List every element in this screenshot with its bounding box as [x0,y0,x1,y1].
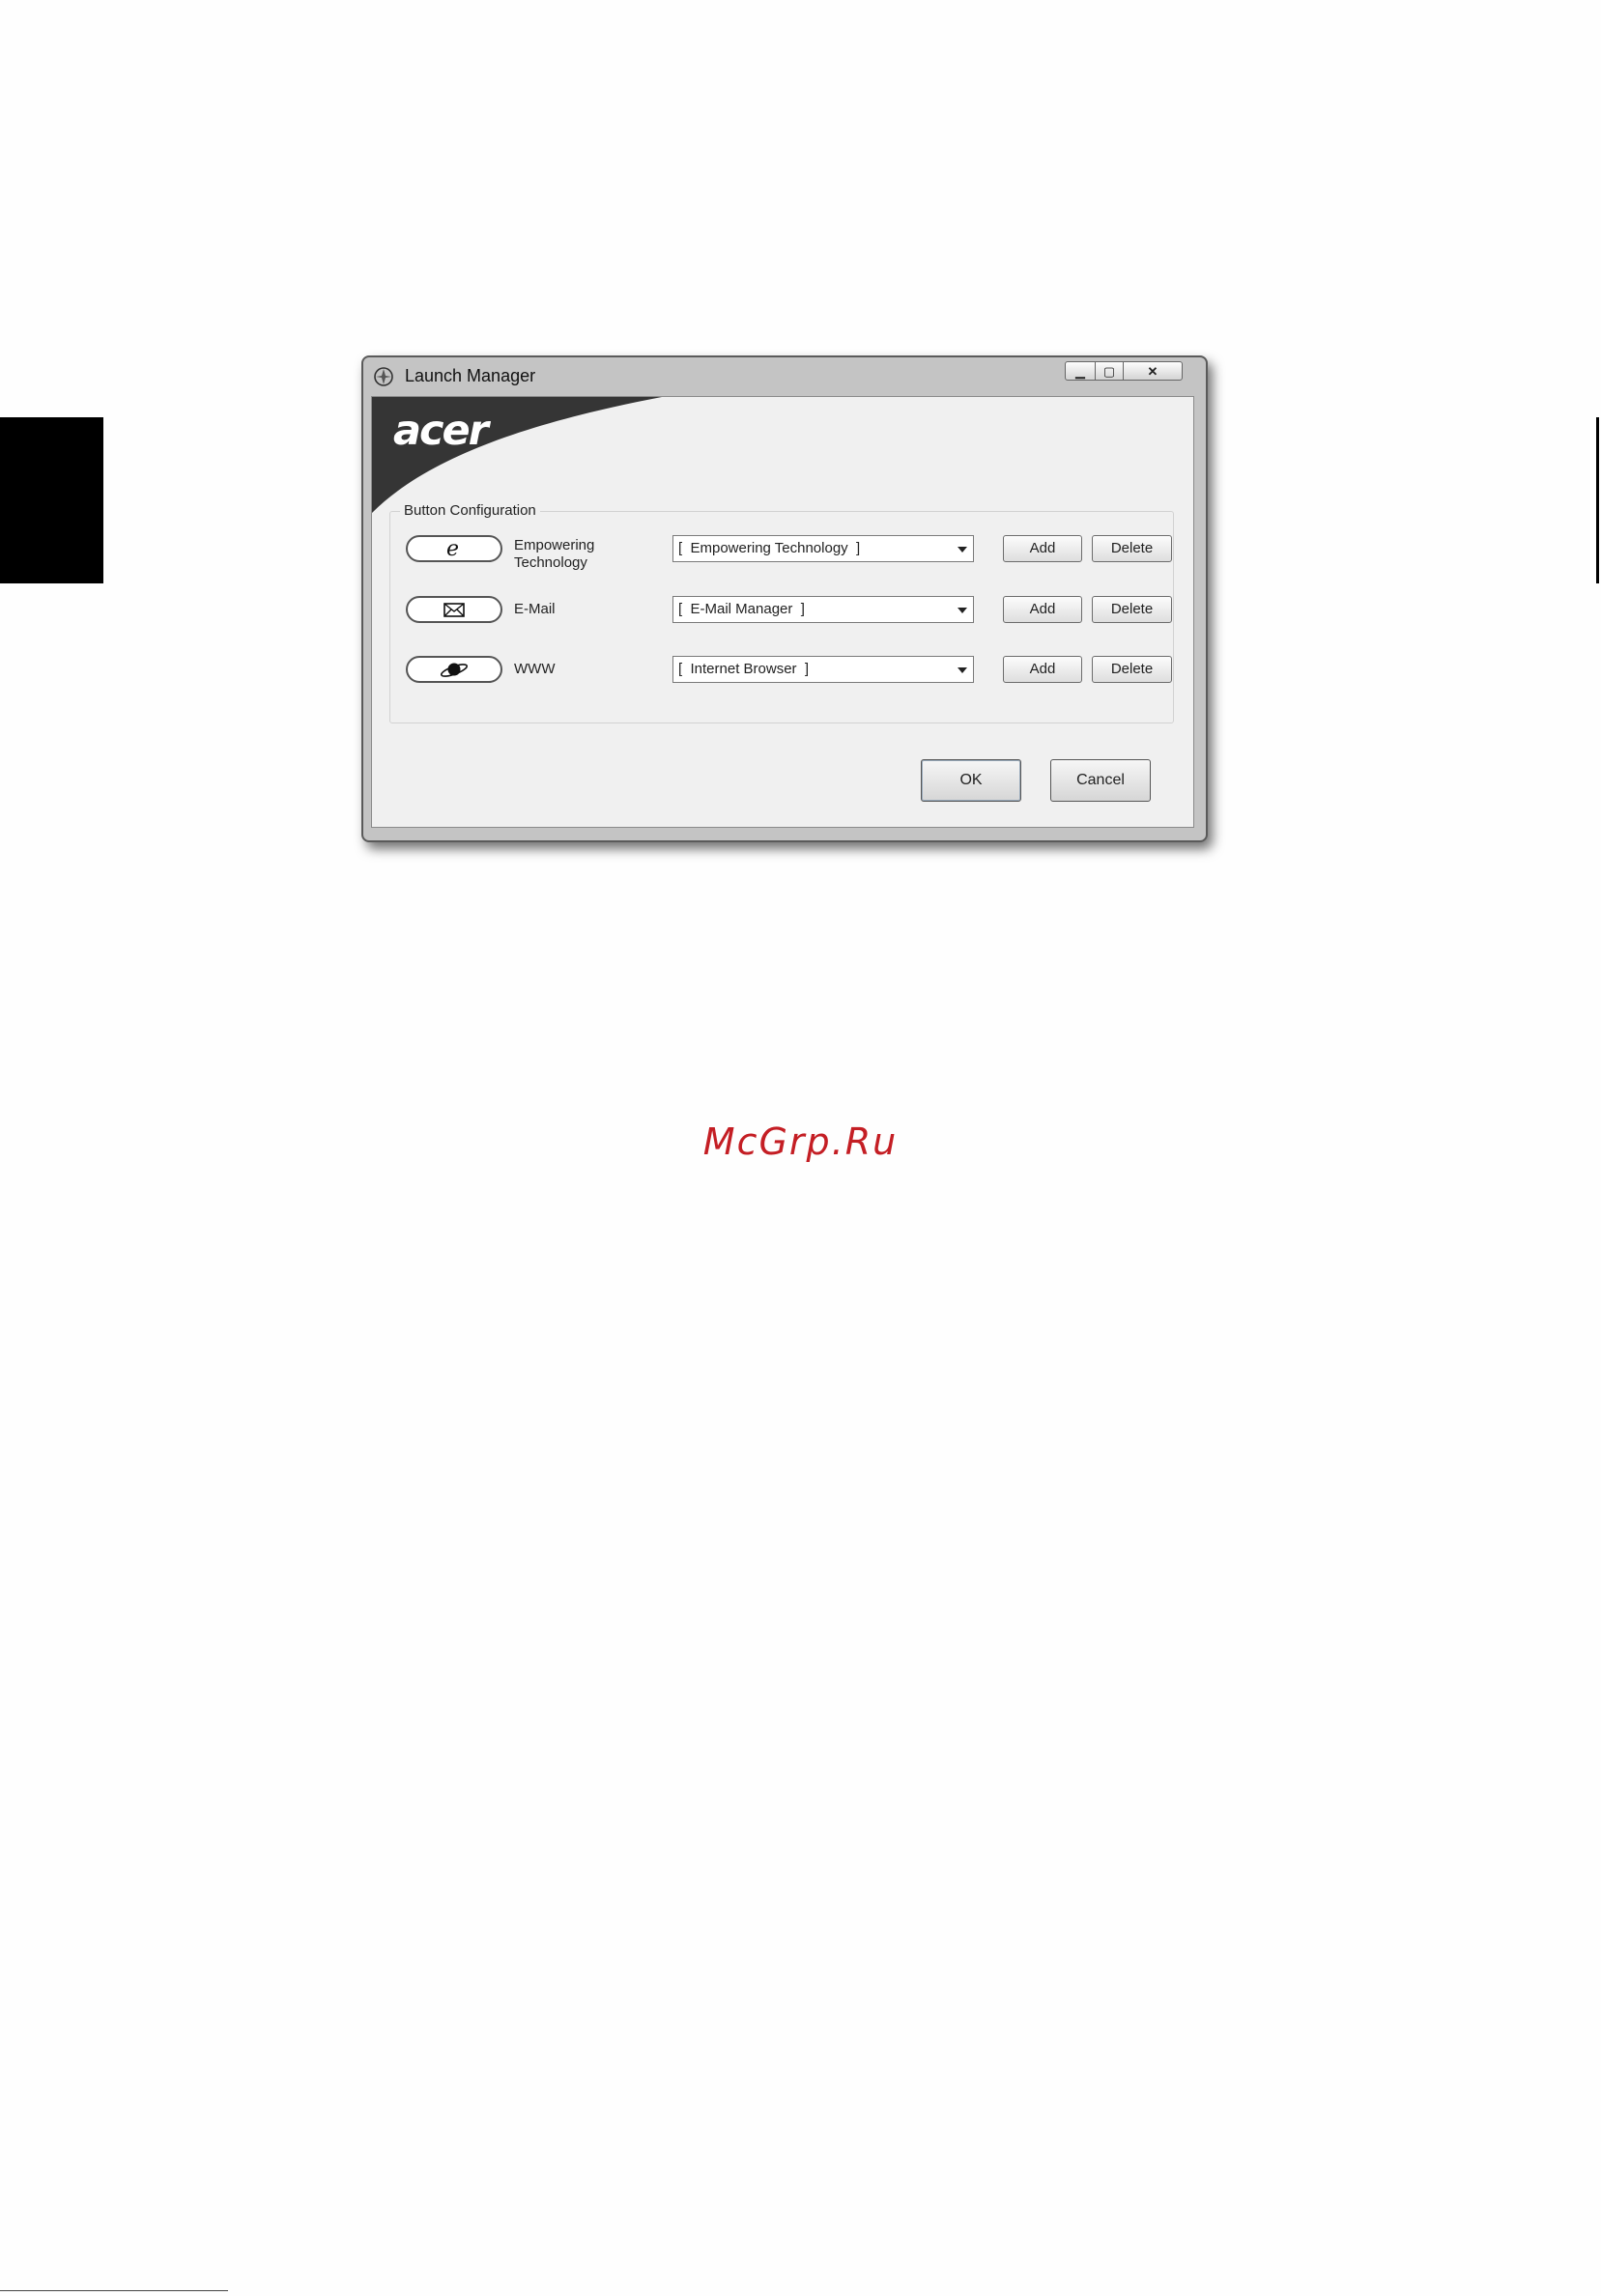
planet-icon [440,663,469,677]
www-app-select[interactable]: [ Internet Browser ] [672,656,974,683]
ok-button[interactable]: OK [921,759,1021,802]
maximize-button[interactable]: ▢ [1095,361,1124,381]
www-label: WWW [514,661,555,678]
acer-banner [372,397,662,513]
close-button[interactable]: ✕ [1123,361,1183,381]
launch-manager-window: Launch Manager ▁ ▢ ✕ acer Button Configu… [361,355,1208,842]
email-add-button[interactable]: Add [1003,596,1082,623]
www-delete-button[interactable]: Delete [1092,656,1172,683]
page-bottom-rule [0,2290,228,2291]
empowering-e-icon: e [446,538,459,559]
empowering-add-button[interactable]: Add [1003,535,1082,562]
empowering-app-select[interactable]: [ Empowering Technology ] [672,535,974,562]
button-configuration-group: Button Configuration e Empowering Techno… [389,502,1174,723]
minimize-button[interactable]: ▁ [1065,361,1096,381]
email-label-line1: E-Mail [514,601,556,617]
dialog-client-area: acer Button Configuration e Empowering T… [371,396,1194,828]
title-bar[interactable]: Launch Manager ▁ ▢ ✕ [363,357,1206,396]
email-app-select[interactable]: [ E-Mail Manager ] [672,596,974,623]
empowering-label: Empowering Technology [514,537,594,572]
www-add-button[interactable]: Add [1003,656,1082,683]
chevron-down-icon [958,608,967,613]
empowering-delete-button[interactable]: Delete [1092,535,1172,562]
acer-logo: acer [393,407,489,455]
group-title: Button Configuration [400,502,540,519]
www-button-preview [406,656,502,683]
www-label-line1: WWW [514,661,556,677]
email-delete-button[interactable]: Delete [1092,596,1172,623]
window-title: Launch Manager [405,366,536,385]
launch-manager-app-icon [374,367,393,386]
chapter-tab-marker [0,417,103,583]
empowering-button-preview: e [406,535,502,562]
email-select-value: [ E-Mail Manager ] [678,601,805,617]
watermark-text: McGrp.Ru [702,1120,899,1163]
envelope-icon [443,603,465,617]
www-select-value: [ Internet Browser ] [678,661,810,677]
chevron-down-icon [958,547,967,553]
svg-text:e: e [446,538,459,559]
email-label: E-Mail [514,601,556,618]
chevron-down-icon [958,667,967,673]
email-button-preview [406,596,502,623]
empowering-label-line1: Empowering [514,537,595,553]
right-edge-marker [1596,417,1599,583]
empowering-select-value: [ Empowering Technology ] [678,540,861,556]
empowering-label-line2: Technology [514,554,587,571]
cancel-button[interactable]: Cancel [1050,759,1151,802]
